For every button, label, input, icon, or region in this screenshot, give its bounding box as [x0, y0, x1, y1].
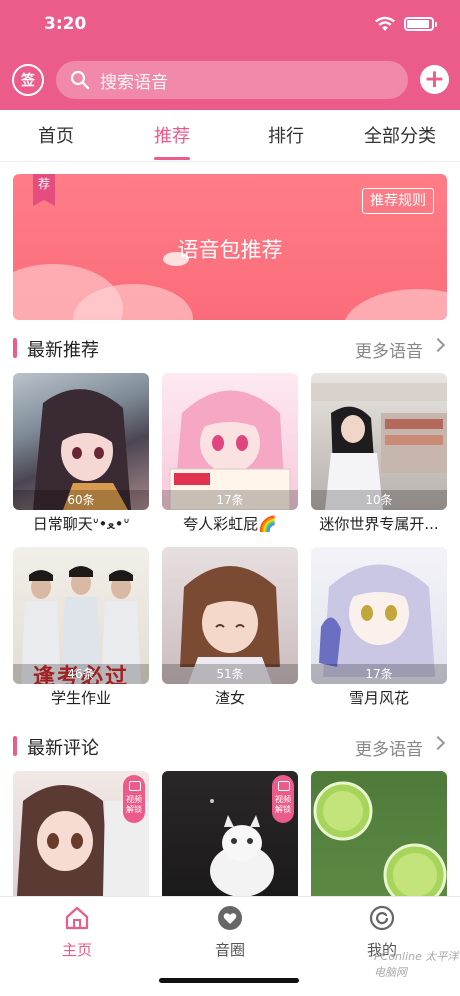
more-voices-link[interactable]: 更多语音: [355, 337, 423, 362]
voice-thumbnail: 60条: [13, 373, 149, 510]
voice-count: 51条: [162, 664, 298, 684]
voice-count: 60条: [13, 490, 149, 510]
tab-home[interactable]: 首页: [38, 122, 74, 148]
voice-count: 46条: [13, 664, 149, 684]
section-title: 最新评论: [27, 738, 99, 759]
section-title: 最新推荐: [27, 340, 99, 361]
voice-title: 夸人彩虹屁🌈: [183, 515, 277, 533]
voice-thumbnail: 视频解锁: [162, 771, 298, 896]
search-placeholder: 搜索语音: [100, 72, 168, 93]
add-button[interactable]: +: [420, 65, 449, 94]
voice-card[interactable]: 17条 雪月风花: [311, 547, 447, 708]
voice-thumbnail: 视频解锁: [13, 771, 149, 896]
video-unlock-badge: 视频解锁: [272, 775, 294, 823]
watermark: PConline 太平洋电脑网: [374, 950, 459, 979]
voice-count: 17条: [311, 664, 447, 684]
voice-card[interactable]: 51条 渣女: [162, 547, 298, 708]
recommend-rules-button[interactable]: 推荐规则: [362, 188, 434, 214]
recommend-banner[interactable]: 荐 推荐规则 语音包推荐: [13, 174, 447, 320]
voice-card[interactable]: 17条 夸人彩虹屁🌈: [162, 373, 298, 534]
voice-thumbnail: 17条: [162, 373, 298, 510]
banner-title: 语音包推荐: [177, 238, 283, 262]
comment-card[interactable]: 视频解锁: [162, 771, 298, 896]
voice-title: 学生作业: [50, 689, 111, 707]
more-voices-link[interactable]: 更多语音: [355, 735, 423, 760]
heart-icon: [218, 906, 242, 930]
comment-card[interactable]: [311, 771, 447, 896]
status-icons: [374, 16, 437, 32]
tab-bar: 首页 推荐 排行 全部分类: [0, 110, 460, 162]
top-header: 3:20 签 搜索语音 +: [0, 0, 460, 110]
nav-home-label: 主页: [61, 941, 92, 959]
voice-card[interactable]: 逢考必过 46条 学生作业: [13, 547, 149, 708]
section-accent-bar: [13, 736, 17, 756]
chevron-right-icon[interactable]: [430, 337, 446, 353]
wifi-icon: [375, 16, 395, 31]
video-unlock-badge: 视频解锁: [123, 775, 145, 823]
nav-circle[interactable]: 音圈: [190, 905, 270, 960]
sign-in-button[interactable]: 签: [12, 64, 44, 96]
voice-title: 雪月风花: [348, 689, 409, 707]
voice-thumbnail: 逢考必过 46条: [13, 547, 149, 684]
voice-count: 10条: [311, 490, 447, 510]
tab-ranking[interactable]: 排行: [268, 122, 304, 148]
voice-thumbnail: [311, 771, 447, 896]
profile-icon: [369, 905, 395, 931]
tab-recommend[interactable]: 推荐: [154, 122, 190, 148]
latest-recommend-header: 最新推荐 更多语音: [13, 334, 447, 362]
latest-comments-header: 最新评论 更多语音: [13, 732, 447, 760]
chevron-right-icon[interactable]: [430, 735, 446, 751]
voice-card[interactable]: 10条 迷你世界专属开...: [311, 373, 447, 534]
search-icon: [70, 70, 90, 90]
tab-all-categories[interactable]: 全部分类: [364, 122, 436, 148]
battery-icon: [404, 17, 437, 31]
voice-thumbnail: 17条: [311, 547, 447, 684]
voice-title: 迷你世界专属开...: [319, 515, 439, 533]
home-icon: [65, 906, 89, 930]
voice-thumbnail: 10条: [311, 373, 447, 510]
voice-title: 日常聊天ᐡ•ﻌ•ᐡ: [32, 515, 130, 533]
voice-card[interactable]: 60条 日常聊天ᐡ•ﻌ•ᐡ: [13, 373, 149, 534]
voice-thumbnail: 51条: [162, 547, 298, 684]
voice-title: 渣女: [214, 689, 245, 707]
home-indicator: [159, 978, 299, 983]
search-bar[interactable]: 搜索语音: [56, 61, 408, 99]
active-tab-indicator: [154, 157, 190, 160]
status-time: 3:20: [44, 14, 87, 34]
voice-count: 17条: [162, 490, 298, 510]
nav-home[interactable]: 主页: [37, 905, 117, 960]
section-accent-bar: [13, 338, 17, 358]
recommend-tag: 荐: [33, 174, 55, 206]
comment-card[interactable]: 视频解锁: [13, 771, 149, 896]
nav-circle-label: 音圈: [214, 941, 245, 959]
